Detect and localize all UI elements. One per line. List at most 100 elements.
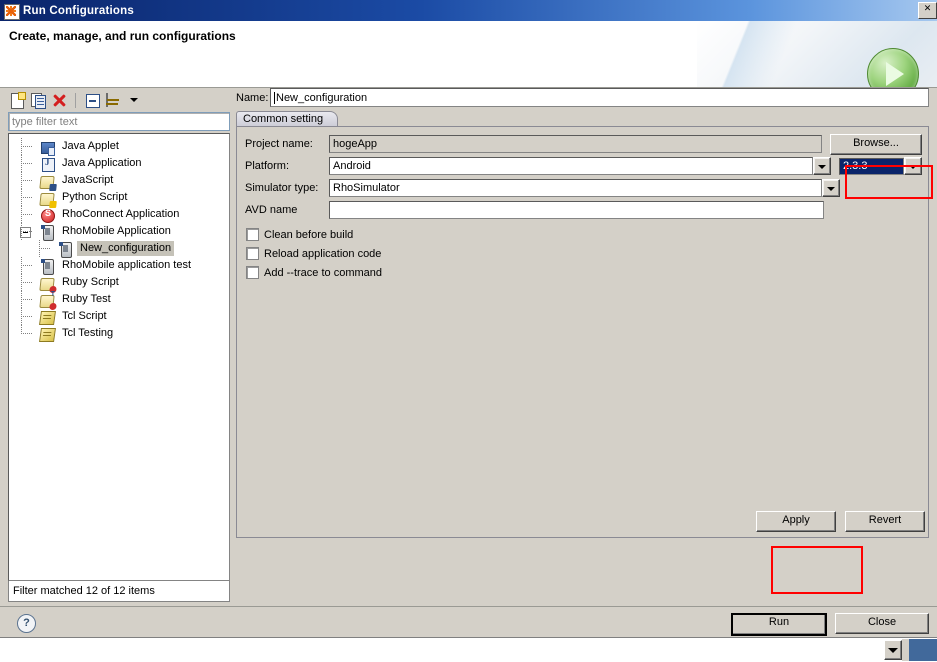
ruby-test-icon: T: [39, 291, 55, 308]
text-caret: [274, 91, 275, 104]
tree-guide: [21, 325, 39, 342]
run-configurations-dialog: Run Configurations ✕ Create, manage, and…: [0, 0, 937, 637]
tree-guide: [21, 138, 39, 155]
checkbox-reload-application-code[interactable]: [246, 247, 259, 260]
browse-button[interactable]: Browse...: [830, 133, 922, 155]
tree-item-python-script[interactable]: Python Script: [9, 189, 229, 206]
checkbox-row-clean-before-build[interactable]: Clean before build: [237, 225, 928, 244]
tree-item-javascript[interactable]: JavaScript: [9, 172, 229, 189]
tree-item-rhomobile-application[interactable]: RhoMobile Application: [9, 223, 229, 241]
name-row: Name: New_configuration: [236, 88, 929, 107]
tree-item-label: New_configuration: [77, 241, 175, 256]
tcl-script-icon: [39, 309, 56, 325]
tree-item-label: Tcl Script: [62, 310, 107, 322]
tree-item-tcl-script[interactable]: Tcl Script: [9, 308, 229, 325]
platform-combo-value[interactable]: Android: [329, 157, 813, 175]
apply-button[interactable]: Apply: [756, 511, 836, 532]
checkbox-label-add-trace-to-command: Add --trace to command: [264, 266, 382, 279]
tree-guide: [21, 257, 39, 274]
filter-status-label: Filter matched 12 of 12 items: [13, 585, 155, 597]
tree-guide: [21, 172, 39, 189]
apply-revert-row: Apply Revert: [756, 511, 925, 532]
ruby-script-icon: [39, 275, 55, 291]
tree-guide: [21, 223, 39, 240]
configurations-tree[interactable]: Java Applet Java Application JavaScript Pyt…: [8, 133, 230, 581]
window-title: Run Configurations: [23, 4, 134, 17]
rhoconnect-icon: [39, 207, 55, 223]
project-name-label: Project name:: [245, 138, 313, 150]
tree-item-rhoconnect-application[interactable]: RhoConnect Application: [9, 206, 229, 223]
tree-guide: [21, 206, 39, 223]
background-window: [0, 637, 937, 662]
background-scrollbar-track: [902, 639, 909, 661]
tab-strip: Common setting: [236, 111, 929, 128]
filter-status: Filter matched 12 of 12 items: [8, 581, 230, 602]
tree-item-ruby-script[interactable]: Ruby Script: [9, 274, 229, 291]
close-icon[interactable]: ✕: [918, 2, 937, 19]
tree-guide: [21, 155, 39, 172]
filter-placeholder: type filter text: [12, 115, 78, 128]
tree-item-label: RhoMobile application test: [62, 259, 192, 271]
filter-input[interactable]: type filter text: [8, 112, 230, 131]
close-button[interactable]: Close: [835, 613, 929, 634]
dialog-footer: ? Run Close: [0, 606, 937, 638]
simulator-type-chevron-down-icon[interactable]: [822, 179, 840, 197]
field-row-avd-name: AVD name: [237, 199, 928, 221]
run-button[interactable]: Run: [731, 613, 827, 636]
delete-configuration-icon[interactable]: [50, 91, 68, 109]
common-setting-panel: Project name: hogeApp Browse... Platform…: [236, 126, 929, 538]
tree-item-java-applet[interactable]: Java Applet: [9, 138, 229, 156]
collapse-all-icon[interactable]: [83, 91, 101, 109]
simulator-type-label: Simulator type:: [245, 182, 319, 194]
tree-item-label: RhoConnect Application: [62, 208, 180, 220]
project-name-value: hogeApp: [329, 135, 822, 153]
dialog-header: Create, manage, and run configurations: [0, 21, 937, 88]
tree-item-label: Tcl Testing: [62, 327, 114, 339]
background-selection-area: [909, 639, 937, 661]
filter-launch-configurations-icon[interactable]: [104, 91, 122, 109]
tree-item-label: Ruby Script: [62, 276, 119, 288]
platform-version-value[interactable]: 2.3.3: [839, 157, 904, 175]
page-title: Create, manage, and run configurations: [9, 29, 236, 43]
name-input[interactable]: New_configuration: [270, 88, 929, 107]
tree-item-new-configuration[interactable]: New_configuration: [9, 240, 229, 258]
platform-version-chevron-down-icon[interactable]: [904, 157, 922, 175]
tree-item-label: RhoMobile Application: [62, 225, 171, 237]
tree-item-label: JavaScript: [62, 174, 114, 186]
duplicate-configuration-icon[interactable]: [29, 91, 47, 109]
help-icon[interactable]: ?: [17, 614, 36, 633]
configuration-editor: Name: New_configuration Common setting P…: [236, 88, 929, 538]
platform-chevron-down-icon[interactable]: [813, 157, 831, 175]
new-launch-configuration-icon[interactable]: [8, 91, 26, 109]
tree-item-label: Java Application: [62, 157, 142, 169]
tree-item-tcl-testing[interactable]: Tcl Testing: [9, 325, 229, 342]
field-row-platform: Platform: Android 2.3.3: [237, 155, 928, 177]
field-row-simulator-type: Simulator type: RhoSimulator: [237, 177, 928, 199]
revert-button[interactable]: Revert: [845, 511, 925, 532]
dialog-body: type filter text Java Applet Java Applica…: [0, 88, 937, 606]
name-input-value: New_configuration: [276, 91, 368, 104]
tree-guide: [39, 240, 57, 257]
footer-buttons: Run Close: [731, 613, 929, 636]
checkbox-label-clean-before-build: Clean before build: [264, 228, 354, 241]
checkbox-clean-before-build[interactable]: [246, 228, 259, 241]
avd-name-input[interactable]: [329, 201, 824, 219]
menu-chevron-down-icon[interactable]: [125, 91, 143, 109]
javascript-icon: [39, 173, 55, 189]
background-scrollbar-down-icon[interactable]: [884, 640, 902, 660]
tree-item-label: Ruby Test: [62, 293, 111, 305]
eclipse-starburst-icon: [3, 3, 20, 20]
checkbox-add-trace-to-command[interactable]: [246, 266, 259, 279]
window-controls[interactable]: ✕: [918, 2, 937, 19]
checkbox-row-add-trace-to-command[interactable]: Add --trace to command: [237, 263, 928, 282]
configurations-toolbar: [8, 88, 230, 112]
tree-item-ruby-test[interactable]: T Ruby Test: [9, 291, 229, 308]
simulator-type-combo-value[interactable]: RhoSimulator: [329, 179, 822, 197]
checkbox-row-reload-application-code[interactable]: Reload application code: [237, 244, 928, 263]
tree-item-rhomobile-application-test[interactable]: RhoMobile application test: [9, 257, 229, 275]
java-application-icon: [39, 156, 55, 172]
tree-item-java-application[interactable]: Java Application: [9, 155, 229, 172]
tcl-testing-icon: [39, 326, 56, 342]
tree-item-label: Java Applet: [62, 140, 119, 152]
field-row-project-name: Project name: hogeApp Browse...: [237, 133, 928, 155]
